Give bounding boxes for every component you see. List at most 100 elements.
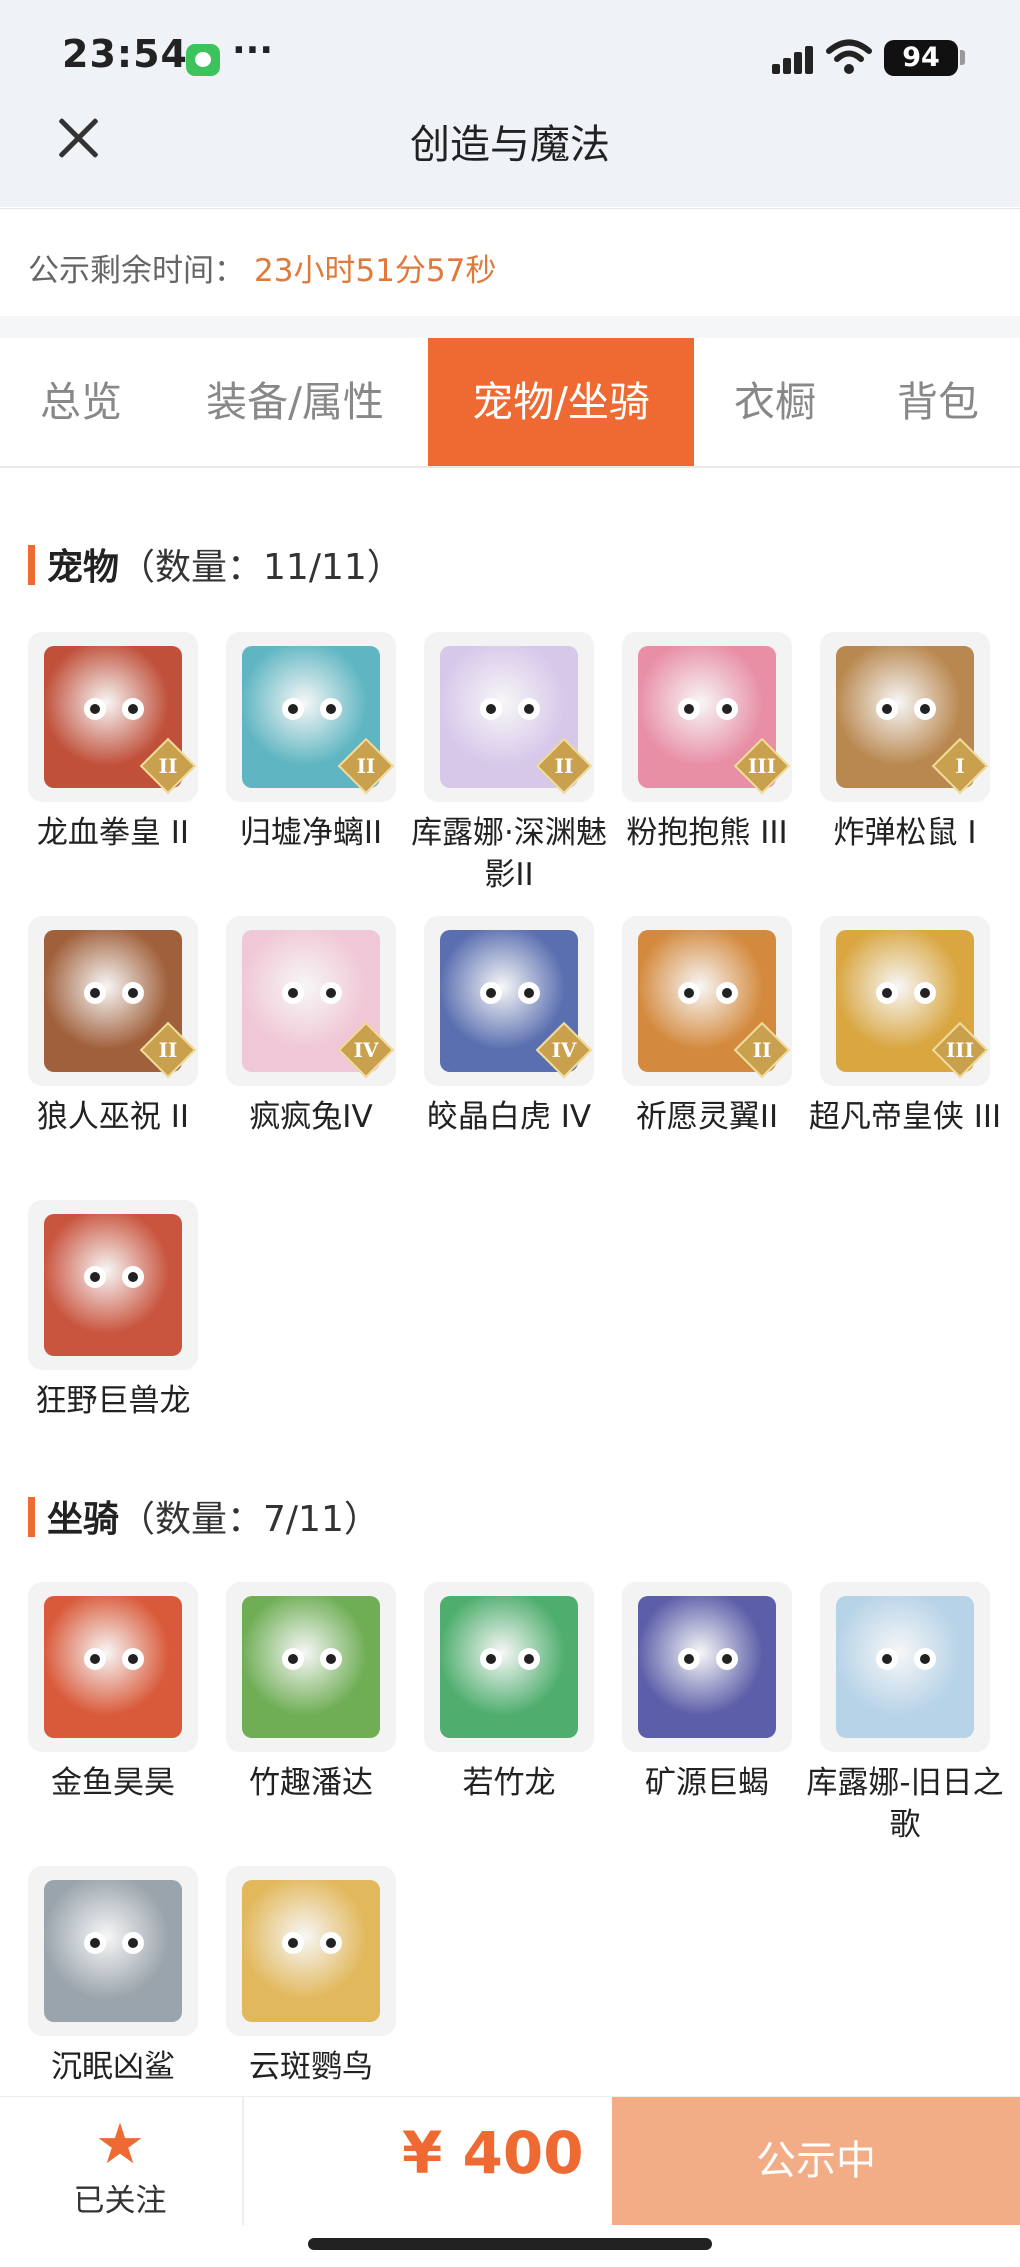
- item-thumbnail[interactable]: IV: [226, 916, 396, 1086]
- grade-badge-label: II: [158, 754, 178, 778]
- item-thumbnail[interactable]: I: [820, 632, 990, 802]
- home-indicator: [308, 2238, 712, 2250]
- creature-image: [638, 1596, 776, 1738]
- item-name: 沉眠凶鲨: [51, 2049, 175, 2085]
- item-name: 狂野巨兽龙: [35, 1383, 191, 1419]
- grade-badge-label: II: [554, 754, 574, 778]
- item-name: 库露娜·深渊魅影II: [411, 815, 607, 893]
- divider: [242, 2097, 244, 2225]
- item-name: 疯疯兔IV: [249, 1099, 373, 1135]
- cellular-signal-icon: [772, 44, 816, 74]
- tab-wardrobe[interactable]: 衣橱: [694, 338, 856, 466]
- mount-card[interactable]: 若竹龙: [410, 1582, 608, 1804]
- item-thumbnail[interactable]: II: [28, 916, 198, 1086]
- tab-equipment[interactable]: 装备/属性: [162, 338, 428, 466]
- pet-card[interactable]: I 炸弹松鼠 I: [806, 632, 1004, 854]
- mounts-section-title: 坐骑（数量：7/11）: [28, 1490, 380, 1542]
- mounts-count: （数量：7/11）: [119, 1499, 380, 1540]
- pet-card[interactable]: IV 疯疯兔IV: [212, 916, 410, 1138]
- pet-card[interactable]: II 狼人巫祝 II: [14, 916, 212, 1138]
- pet-card[interactable]: IV 皎晶白虎 IV: [410, 916, 608, 1138]
- item-thumbnail[interactable]: [424, 1582, 594, 1752]
- mount-card[interactable]: 沉眠凶鲨: [14, 1866, 212, 2088]
- grade-badge-label: I: [955, 754, 965, 778]
- status-time: 23:54: [62, 32, 188, 76]
- section-accent-bar: [28, 545, 35, 585]
- creature-image: [242, 1880, 380, 2022]
- grade-badge-label: II: [356, 754, 376, 778]
- page-title: 创造与魔法: [410, 122, 610, 168]
- pet-card[interactable]: II 归墟净螭II: [212, 632, 410, 854]
- item-thumbnail[interactable]: II: [28, 632, 198, 802]
- item-thumbnail[interactable]: [226, 1866, 396, 2036]
- creature-image: [836, 1596, 974, 1738]
- item-name: 矿源巨蝎: [645, 1765, 769, 1801]
- grade-badge-label: II: [158, 1038, 178, 1062]
- item-name: 粉抱抱熊 III: [626, 815, 788, 851]
- creature-image: [44, 1596, 182, 1738]
- item-name: 金鱼昊昊: [51, 1765, 175, 1801]
- follow-button[interactable]: ★ 已关注: [40, 2115, 200, 2220]
- item-name: 归墟净螭II: [239, 815, 383, 851]
- timer-value: 23小时51分57秒: [254, 253, 497, 289]
- item-name: 若竹龙: [462, 1765, 556, 1801]
- follow-label: 已关注: [73, 2183, 167, 2219]
- pets-title: 宠物: [47, 547, 120, 588]
- grade-badge-label: III: [747, 754, 777, 778]
- tab-bar: 总览 装备/属性 宠物/坐骑 衣橱 背包: [0, 338, 1020, 468]
- item-thumbnail[interactable]: [622, 1582, 792, 1752]
- item-thumbnail[interactable]: II: [622, 916, 792, 1086]
- item-thumbnail[interactable]: IV: [424, 916, 594, 1086]
- item-thumbnail[interactable]: III: [622, 632, 792, 802]
- section-accent-bar: [28, 1497, 35, 1537]
- status-button[interactable]: 公示中: [612, 2097, 1020, 2225]
- mount-card[interactable]: 金鱼昊昊: [14, 1582, 212, 1804]
- pet-card[interactable]: II 库露娜·深渊魅影II: [410, 632, 608, 896]
- tab-backpack[interactable]: 背包: [856, 338, 1020, 466]
- pet-card[interactable]: III 超凡帝皇侠 III: [806, 916, 1004, 1138]
- tab-overview[interactable]: 总览: [0, 338, 162, 466]
- tab-pets-mounts[interactable]: 宠物/坐骑: [428, 338, 694, 466]
- item-name: 竹趣潘达: [249, 1765, 373, 1801]
- item-thumbnail[interactable]: [226, 1582, 396, 1752]
- item-thumbnail[interactable]: [28, 1200, 198, 1370]
- item-thumbnail[interactable]: [820, 1582, 990, 1752]
- item-name: 祈愿灵翼II: [635, 1099, 779, 1135]
- grade-badge-label: IV: [353, 1038, 379, 1062]
- pet-card[interactable]: III 粉抱抱熊 III: [608, 632, 806, 854]
- grade-badge-label: IV: [551, 1038, 577, 1062]
- mount-card[interactable]: 竹趣潘达: [212, 1582, 410, 1804]
- grade-badge-label: III: [945, 1038, 975, 1062]
- top-header: 23:54 ··· 94 创造与魔法: [0, 0, 1020, 207]
- item-name: 超凡帝皇侠 III: [808, 1099, 1002, 1135]
- pet-card[interactable]: II 龙血拳皇 II: [14, 632, 212, 854]
- section-gap: [0, 316, 1020, 338]
- more-dots-icon: ···: [232, 30, 274, 71]
- item-thumbnail[interactable]: II: [424, 632, 594, 802]
- mount-card[interactable]: 云斑鹦鸟: [212, 1866, 410, 2088]
- item-thumbnail[interactable]: III: [820, 916, 990, 1086]
- item-thumbnail[interactable]: [28, 1866, 198, 2036]
- mount-card[interactable]: 矿源巨蝎: [608, 1582, 806, 1804]
- item-name: 狼人巫祝 II: [36, 1099, 190, 1135]
- grade-badge-label: II: [752, 1038, 772, 1062]
- pet-card[interactable]: 狂野巨兽龙: [14, 1200, 212, 1422]
- pet-card[interactable]: II 祈愿灵翼II: [608, 916, 806, 1138]
- item-name: 库露娜-旧日之歌: [806, 1765, 1004, 1843]
- item-thumbnail[interactable]: [28, 1582, 198, 1752]
- item-name: 云斑鹦鸟: [249, 2049, 373, 2085]
- creature-image: [44, 1880, 182, 2022]
- star-icon: ★: [94, 2112, 146, 2177]
- mount-card[interactable]: 库露娜-旧日之歌: [806, 1582, 1004, 1846]
- creature-image: [242, 1596, 380, 1738]
- wifi-icon: [826, 39, 872, 74]
- mounts-title: 坐骑: [47, 1499, 120, 1540]
- creature-image: [44, 1214, 182, 1356]
- timer-label: 公示剩余时间：: [28, 253, 245, 289]
- item-thumbnail[interactable]: II: [226, 632, 396, 802]
- price: ¥ 400: [402, 2119, 584, 2187]
- battery-tip: [960, 50, 965, 65]
- pets-count: （数量：11/11）: [119, 547, 403, 588]
- item-name: 炸弹松鼠 I: [833, 815, 977, 851]
- item-name: 龙血拳皇 II: [36, 815, 190, 851]
